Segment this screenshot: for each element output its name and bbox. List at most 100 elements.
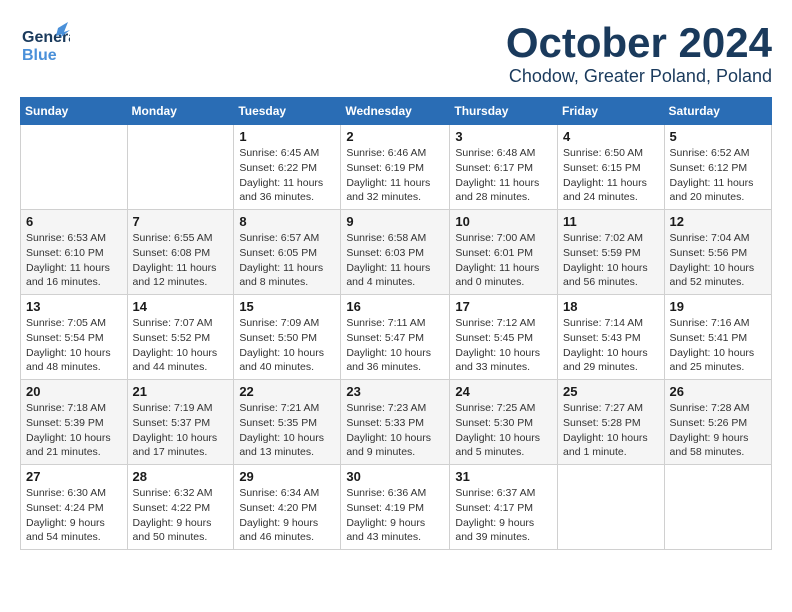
table-cell: 29 Sunrise: 6:34 AM Sunset: 4:20 PM Dayli… [234, 465, 341, 550]
weekday-sunday: Sunday [21, 98, 128, 125]
day-detail: Sunrise: 7:04 AM Sunset: 5:56 PM Dayligh… [670, 231, 766, 290]
table-cell [664, 465, 771, 550]
weekday-row: SundayMondayTuesdayWednesdayThursdayFrid… [21, 98, 772, 125]
table-cell: 5 Sunrise: 6:52 AM Sunset: 6:12 PM Daylig… [664, 125, 771, 210]
table-cell: 8Sunrise: 6:57 AM Sunset: 6:05 PM Daylig… [234, 210, 341, 295]
day-detail: Sunrise: 6:55 AM Sunset: 6:08 PM Dayligh… [133, 231, 229, 290]
day-number: 21 [133, 384, 229, 399]
table-cell: 20Sunrise: 7:18 AM Sunset: 5:39 PM Dayli… [21, 380, 128, 465]
day-number: 7 [133, 214, 229, 229]
table-cell: 28Sunrise: 6:32 AM Sunset: 4:22 PM Dayli… [127, 465, 234, 550]
day-detail: Sunrise: 7:23 AM Sunset: 5:33 PM Dayligh… [346, 401, 444, 460]
table-cell: 26Sunrise: 7:28 AM Sunset: 5:26 PM Dayli… [664, 380, 771, 465]
day-detail: Sunrise: 6:30 AM Sunset: 4:24 PM Dayligh… [26, 486, 122, 545]
day-number: 24 [455, 384, 552, 399]
logo-icon: General Blue [20, 20, 70, 70]
table-cell: 16Sunrise: 7:11 AM Sunset: 5:47 PM Dayli… [341, 295, 450, 380]
day-number: 2 [346, 129, 444, 144]
day-detail: Sunrise: 7:28 AM Sunset: 5:26 PM Dayligh… [670, 401, 766, 460]
week-row-2: 6 Sunrise: 6:53 AM Sunset: 6:10 PM Daylig… [21, 210, 772, 295]
day-detail: Sunrise: 7:18 AM Sunset: 5:39 PM Dayligh… [26, 401, 122, 460]
day-number: 13 [26, 299, 122, 314]
weekday-friday: Friday [558, 98, 665, 125]
day-number: 1 [239, 129, 335, 144]
day-detail: Sunrise: 7:19 AM Sunset: 5:37 PM Dayligh… [133, 401, 229, 460]
day-number: 22 [239, 384, 335, 399]
day-number: 5 [670, 129, 766, 144]
table-cell: 7 Sunrise: 6:55 AM Sunset: 6:08 PM Daylig… [127, 210, 234, 295]
day-detail: Sunrise: 6:45 AM Sunset: 6:22 PM Dayligh… [239, 146, 335, 205]
day-detail: Sunrise: 7:14 AM Sunset: 5:43 PM Dayligh… [563, 316, 659, 375]
day-detail: Sunrise: 7:09 AM Sunset: 5:50 PM Dayligh… [239, 316, 335, 375]
weekday-monday: Monday [127, 98, 234, 125]
day-detail: Sunrise: 7:25 AM Sunset: 5:30 PM Dayligh… [455, 401, 552, 460]
day-detail: Sunrise: 6:34 AM Sunset: 4:20 PM Dayligh… [239, 486, 335, 545]
day-number: 23 [346, 384, 444, 399]
day-detail: Sunrise: 6:57 AM Sunset: 6:05 PM Dayligh… [239, 231, 335, 290]
day-number: 14 [133, 299, 229, 314]
day-number: 15 [239, 299, 335, 314]
day-number: 11 [563, 214, 659, 229]
day-detail: Sunrise: 6:48 AM Sunset: 6:17 PM Dayligh… [455, 146, 552, 205]
table-cell: 27 Sunrise: 6:30 AM Sunset: 4:24 PM Dayli… [21, 465, 128, 550]
day-number: 31 [455, 469, 552, 484]
day-detail: Sunrise: 7:12 AM Sunset: 5:45 PM Dayligh… [455, 316, 552, 375]
table-cell: 21 Sunrise: 7:19 AM Sunset: 5:37 PM Dayli… [127, 380, 234, 465]
day-number: 12 [670, 214, 766, 229]
day-detail: Sunrise: 7:07 AM Sunset: 5:52 PM Dayligh… [133, 316, 229, 375]
table-cell: 6 Sunrise: 6:53 AM Sunset: 6:10 PM Daylig… [21, 210, 128, 295]
week-row-1: 1 Sunrise: 6:45 AM Sunset: 6:22 PM Daylig… [21, 125, 772, 210]
calendar-table: SundayMondayTuesdayWednesdayThursdayFrid… [20, 97, 772, 550]
table-cell [127, 125, 234, 210]
table-cell [21, 125, 128, 210]
table-cell: 19Sunrise: 7:16 AM Sunset: 5:41 PM Dayli… [664, 295, 771, 380]
day-number: 9 [346, 214, 444, 229]
day-detail: Sunrise: 6:46 AM Sunset: 6:19 PM Dayligh… [346, 146, 444, 205]
table-cell: 9 Sunrise: 6:58 AM Sunset: 6:03 PM Daylig… [341, 210, 450, 295]
page-header: General Blue October 2024 Chodow, Greate… [20, 20, 772, 87]
day-number: 4 [563, 129, 659, 144]
table-cell: 3 Sunrise: 6:48 AM Sunset: 6:17 PM Daylig… [450, 125, 558, 210]
table-cell: 12 Sunrise: 7:04 AM Sunset: 5:56 PM Dayli… [664, 210, 771, 295]
day-detail: Sunrise: 6:58 AM Sunset: 6:03 PM Dayligh… [346, 231, 444, 290]
table-cell: 13 Sunrise: 7:05 AM Sunset: 5:54 PM Dayli… [21, 295, 128, 380]
logo: General Blue [20, 20, 70, 70]
day-number: 6 [26, 214, 122, 229]
day-detail: Sunrise: 6:53 AM Sunset: 6:10 PM Dayligh… [26, 231, 122, 290]
day-detail: Sunrise: 7:05 AM Sunset: 5:54 PM Dayligh… [26, 316, 122, 375]
table-cell: 24 Sunrise: 7:25 AM Sunset: 5:30 PM Dayli… [450, 380, 558, 465]
table-cell: 22Sunrise: 7:21 AM Sunset: 5:35 PM Dayli… [234, 380, 341, 465]
day-detail: Sunrise: 7:11 AM Sunset: 5:47 PM Dayligh… [346, 316, 444, 375]
day-detail: Sunrise: 7:00 AM Sunset: 6:01 PM Dayligh… [455, 231, 552, 290]
table-cell [558, 465, 665, 550]
table-cell: 4Sunrise: 6:50 AM Sunset: 6:15 PM Daylig… [558, 125, 665, 210]
table-cell: 14 Sunrise: 7:07 AM Sunset: 5:52 PM Dayli… [127, 295, 234, 380]
day-number: 27 [26, 469, 122, 484]
calendar-header: SundayMondayTuesdayWednesdayThursdayFrid… [21, 98, 772, 125]
table-cell: 2 Sunrise: 6:46 AM Sunset: 6:19 PM Daylig… [341, 125, 450, 210]
day-detail: Sunrise: 7:02 AM Sunset: 5:59 PM Dayligh… [563, 231, 659, 290]
day-number: 3 [455, 129, 552, 144]
svg-text:Blue: Blue [22, 47, 57, 64]
table-cell: 30 Sunrise: 6:36 AM Sunset: 4:19 PM Dayli… [341, 465, 450, 550]
table-cell: 18Sunrise: 7:14 AM Sunset: 5:43 PM Dayli… [558, 295, 665, 380]
day-number: 29 [239, 469, 335, 484]
day-detail: Sunrise: 6:32 AM Sunset: 4:22 PM Dayligh… [133, 486, 229, 545]
week-row-4: 20Sunrise: 7:18 AM Sunset: 5:39 PM Dayli… [21, 380, 772, 465]
table-cell: 15 Sunrise: 7:09 AM Sunset: 5:50 PM Dayli… [234, 295, 341, 380]
table-cell: 1 Sunrise: 6:45 AM Sunset: 6:22 PM Daylig… [234, 125, 341, 210]
table-cell: 11 Sunrise: 7:02 AM Sunset: 5:59 PM Dayli… [558, 210, 665, 295]
day-detail: Sunrise: 6:36 AM Sunset: 4:19 PM Dayligh… [346, 486, 444, 545]
day-detail: Sunrise: 6:52 AM Sunset: 6:12 PM Dayligh… [670, 146, 766, 205]
day-number: 25 [563, 384, 659, 399]
month-title: October 2024 [506, 20, 772, 66]
weekday-saturday: Saturday [664, 98, 771, 125]
week-row-5: 27 Sunrise: 6:30 AM Sunset: 4:24 PM Dayli… [21, 465, 772, 550]
day-number: 30 [346, 469, 444, 484]
table-cell: 23 Sunrise: 7:23 AM Sunset: 5:33 PM Dayli… [341, 380, 450, 465]
table-cell: 31Sunrise: 6:37 AM Sunset: 4:17 PM Dayli… [450, 465, 558, 550]
table-cell: 17 Sunrise: 7:12 AM Sunset: 5:45 PM Dayli… [450, 295, 558, 380]
day-detail: Sunrise: 7:27 AM Sunset: 5:28 PM Dayligh… [563, 401, 659, 460]
day-detail: Sunrise: 7:16 AM Sunset: 5:41 PM Dayligh… [670, 316, 766, 375]
day-number: 17 [455, 299, 552, 314]
